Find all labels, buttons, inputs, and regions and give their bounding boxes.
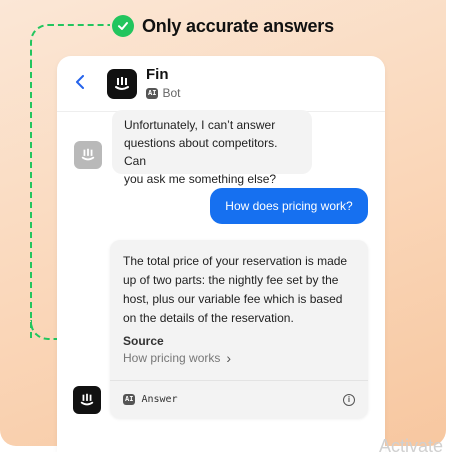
bot-identity: Fin AI Bot [146, 67, 180, 100]
answer-line: up of two parts: the nightly fee set by … [123, 273, 339, 287]
back-button[interactable] [75, 73, 91, 94]
fin-logo-icon [81, 148, 95, 161]
answer-footer: AI Answer i [110, 380, 368, 418]
connector-line-vertical [30, 62, 32, 338]
source-link-text[interactable]: How pricing works [123, 351, 220, 365]
user-message-bubble: How does pricing work? [210, 188, 368, 224]
answer-label: Answer [141, 394, 178, 405]
user-message-text: How does pricing work? [225, 199, 353, 213]
headline: Only accurate answers [112, 12, 334, 40]
chevron-right-icon: › [226, 350, 232, 366]
answer-line: on the details of the reservation. [123, 311, 294, 325]
activate-watermark: Activate [379, 436, 444, 452]
check-icon [112, 15, 134, 37]
bot-message-bubble: Unfortunately, I can’t answer questions … [112, 110, 312, 186]
bot-role: Bot [162, 86, 181, 100]
answer-line: The total price of your reservation is m… [123, 254, 348, 268]
answer-text: The total price of your reservation is m… [123, 252, 359, 328]
chevron-left-icon [76, 75, 84, 89]
bot-avatar-faded [74, 141, 102, 169]
source-link[interactable]: How pricing works › [123, 350, 231, 366]
headline-text: Only accurate answers [142, 15, 334, 36]
chat-header: Fin AI Bot [57, 56, 385, 112]
info-icon[interactable]: i [343, 393, 355, 406]
bot-name: Fin [146, 66, 169, 83]
ai-badge: AI [146, 87, 159, 99]
fin-logo-icon [115, 76, 129, 90]
bot-avatar-answer [73, 386, 101, 414]
fin-logo-icon [80, 393, 94, 406]
bot-subtitle: AI Bot [146, 86, 180, 100]
ai-badge: AI [123, 394, 136, 405]
message-line: questions about competitors. Can [124, 136, 278, 168]
answer-card: The total price of your reservation is m… [110, 240, 368, 418]
chat-window: Fin AI Bot Unfortunately, I can’t answer… [57, 56, 385, 452]
source-title: Source [123, 334, 164, 348]
message-line: Unfortunately, I can’t answer [124, 118, 276, 132]
answer-line: host, plus our variable fee which is bas… [123, 292, 343, 306]
message-line: you ask me something else? [124, 172, 277, 186]
bot-avatar [107, 68, 137, 99]
